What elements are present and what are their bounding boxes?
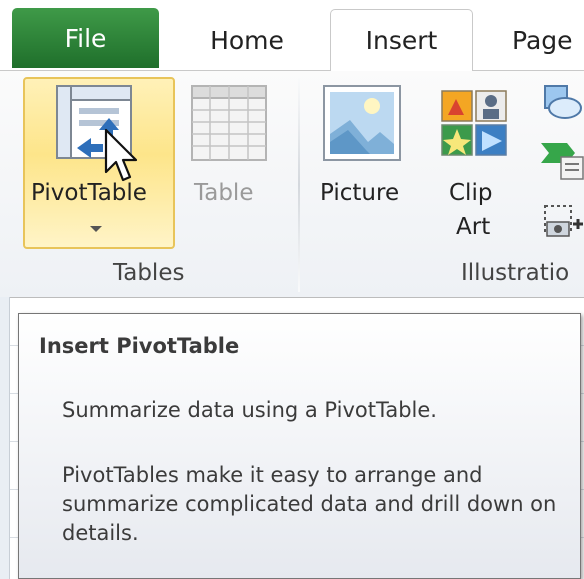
pivottable-label: PivotTable xyxy=(31,180,147,206)
pivottable-tooltip: Insert PivotTable Summarize data using a… xyxy=(18,313,581,579)
table-label: Table xyxy=(194,180,254,206)
tables-group-label: Tables xyxy=(113,260,185,286)
mouse-cursor-icon xyxy=(104,128,138,182)
tab-file[interactable]: File xyxy=(12,8,159,68)
row-header-column xyxy=(0,297,10,579)
screenshot-icon[interactable] xyxy=(543,200,584,242)
tooltip-title: Insert PivotTable xyxy=(39,334,240,358)
group-separator xyxy=(298,78,300,292)
picture-icon[interactable] xyxy=(322,84,404,164)
smartart-icon[interactable] xyxy=(541,137,584,181)
clipart-label-line1: Clip xyxy=(449,180,493,206)
clipart-label-line2: Art xyxy=(456,214,491,240)
picture-label: Picture xyxy=(320,180,400,206)
clipart-icon[interactable] xyxy=(440,89,510,159)
tooltip-description: PivotTables make it easy to arrange and … xyxy=(62,463,557,545)
illustrations-group-label: Illustratio xyxy=(461,260,570,286)
shapes-icon[interactable] xyxy=(539,82,584,122)
pivottable-dropdown-arrow[interactable] xyxy=(90,226,102,232)
tooltip-summary: Summarize data using a PivotTable. xyxy=(62,398,437,422)
table-icon[interactable] xyxy=(190,84,270,164)
tab-insert[interactable]: Insert xyxy=(330,9,473,71)
tab-home[interactable]: Home xyxy=(181,10,313,70)
tab-page-layout[interactable]: Page xyxy=(500,10,584,70)
